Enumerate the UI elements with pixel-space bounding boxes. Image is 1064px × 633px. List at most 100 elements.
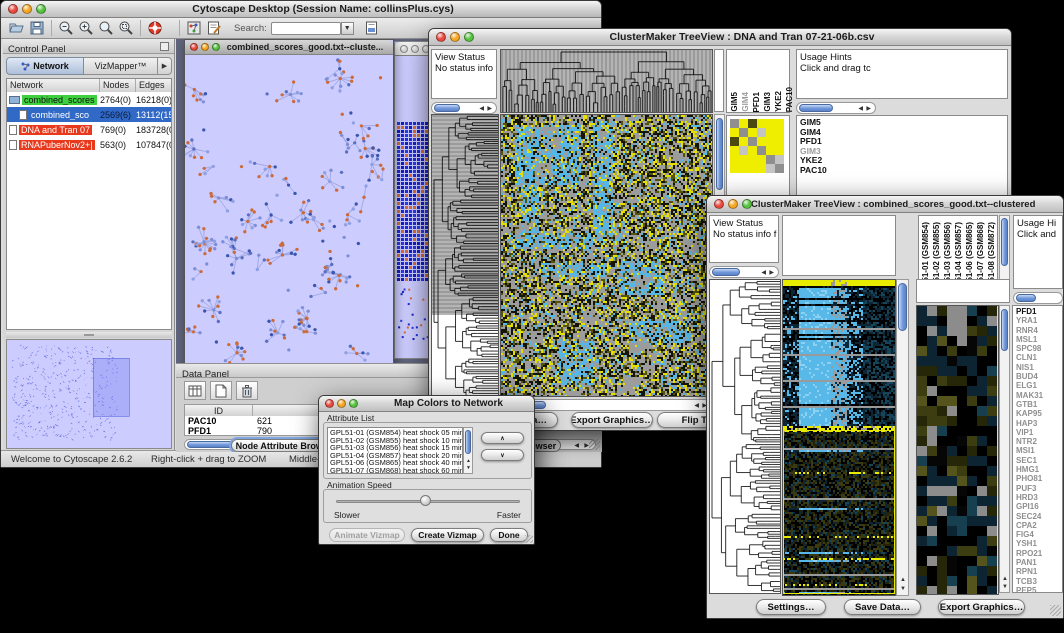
column-label[interactable]: GIM3 <box>763 92 773 112</box>
gene-label[interactable]: HMG1 <box>1016 465 1062 474</box>
attribute-list-item[interactable]: GPL51-07 (GSM868) heat shock 60 min <box>330 467 462 474</box>
main-title-bar[interactable]: Cytoscape Desktop (Session Name: collins… <box>1 1 601 18</box>
gene-label[interactable]: NTR2 <box>1016 437 1062 446</box>
close-button[interactable] <box>400 45 408 53</box>
close-button[interactable] <box>714 199 724 209</box>
float-panel-icon[interactable] <box>160 42 169 51</box>
scrollbar-thumb[interactable] <box>465 430 471 454</box>
zoom-button[interactable] <box>742 199 752 209</box>
column-dendrogram-canvas[interactable] <box>500 49 713 113</box>
zoom-button[interactable] <box>36 4 46 14</box>
save-icon[interactable] <box>27 19 47 37</box>
gene-label[interactable]: PEP5 <box>1016 586 1062 593</box>
animate-vizmap-button[interactable]: Animate Vizmap <box>329 528 405 542</box>
minimize-button[interactable] <box>450 32 460 42</box>
row-label[interactable]: PAC10 <box>800 166 1007 176</box>
gene-label[interactable]: MSI1 <box>1016 446 1062 455</box>
birdseye-view[interactable] <box>6 339 172 449</box>
heatmap-v-scrollbar[interactable]: ▲ ▼ <box>896 279 909 596</box>
panel-splitter[interactable] <box>6 332 172 338</box>
zoom-fit-icon[interactable] <box>96 19 116 37</box>
row-label[interactable]: PFD1 <box>800 137 1007 147</box>
resize-grip[interactable] <box>589 439 600 450</box>
export-graphics-button[interactable]: Export Graphics… <box>938 599 1025 615</box>
scroll-up-arrow-icon[interactable]: ▲ <box>900 577 906 583</box>
row-label[interactable]: YKE2 <box>800 156 1007 166</box>
birdseye-canvas[interactable] <box>7 340 171 448</box>
network-row-combined-scores[interactable]: combined_scores 2764(0) 16218(0) <box>7 92 171 107</box>
gene-label[interactable]: GTB1 <box>1016 400 1062 409</box>
scroll-up-arrow-icon[interactable]: ▲ <box>1002 576 1008 582</box>
gene-label[interactable]: CPA2 <box>1016 521 1062 530</box>
move-down-button[interactable]: ∨ <box>481 449 524 461</box>
export-graphics-button[interactable]: Export Graphics… <box>571 412 653 428</box>
gene-label[interactable]: VIP1 <box>1016 428 1062 437</box>
gene-label[interactable]: SPC98 <box>1016 344 1062 353</box>
gene-label[interactable]: NIS1 <box>1016 363 1062 372</box>
view-status-scrollbar[interactable]: ◀ ▶ <box>709 266 779 278</box>
scrollbar-thumb[interactable] <box>1001 309 1008 351</box>
close-button[interactable] <box>325 399 334 408</box>
minimize-button[interactable] <box>22 4 32 14</box>
close-button[interactable] <box>8 4 18 14</box>
search-dropdown-button[interactable]: ▼ <box>341 22 354 35</box>
close-button[interactable] <box>190 43 198 51</box>
attribute-list[interactable]: GPL51-01 (GSM854) heat shock 05 minGPL51… <box>327 427 463 474</box>
zoom-button[interactable] <box>349 399 358 408</box>
gene-label[interactable]: MAK31 <box>1016 391 1062 400</box>
gene-label[interactable]: SEC24 <box>1016 512 1062 521</box>
minimize-button[interactable] <box>201 43 209 51</box>
column-label[interactable]: GIM5 <box>730 92 740 112</box>
zoom-heatmap-canvas[interactable] <box>916 305 999 595</box>
search-input[interactable] <box>271 22 341 35</box>
scrollbar-thumb[interactable] <box>1001 218 1008 266</box>
scroll-left-arrow-icon[interactable]: ◀ <box>574 443 579 449</box>
zoom-selected-icon[interactable] <box>116 19 136 37</box>
gene-label[interactable]: PAN1 <box>1016 558 1062 567</box>
gene-label[interactable]: RPO21 <box>1016 549 1062 558</box>
scroll-right-arrow-icon[interactable]: ▶ <box>769 270 774 276</box>
network-window-title-bar[interactable]: combined_scores_good.txt--cluste... <box>185 40 393 55</box>
move-up-button[interactable]: ∧ <box>481 432 524 444</box>
dialog-title-bar[interactable]: Map Colors to Network <box>319 396 534 412</box>
gene-label[interactable]: GPI16 <box>1016 502 1062 511</box>
column-dendrogram-panel[interactable] <box>782 215 896 276</box>
scroll-up-arrow-icon[interactable]: ▲ <box>466 458 471 464</box>
settings-button[interactable]: Settings… <box>756 599 826 615</box>
column-label[interactable]: YKE2 <box>774 91 784 112</box>
scroll-down-arrow-icon[interactable]: ▼ <box>1002 584 1008 590</box>
heatmap-canvas[interactable] <box>500 114 713 397</box>
zoom-button[interactable] <box>464 32 474 42</box>
gene-label[interactable]: PFD1 <box>1016 307 1062 316</box>
scroll-down-arrow-icon[interactable]: ▼ <box>900 586 906 592</box>
network-canvas[interactable] <box>185 55 393 368</box>
column-label[interactable]: PFD1 <box>752 92 762 112</box>
network-row-dna-tran[interactable]: DNA and Tran 07 769(0) 183728(0) <box>7 122 171 137</box>
speed-slider-thumb[interactable] <box>420 495 431 506</box>
gene-label[interactable]: MSL1 <box>1016 335 1062 344</box>
gene-label[interactable]: CLN1 <box>1016 353 1062 362</box>
gene-label[interactable]: PHO81 <box>1016 474 1062 483</box>
scroll-left-arrow-icon[interactable]: ◀ <box>694 403 699 409</box>
row-dendrogram-canvas[interactable] <box>431 114 499 401</box>
scrollbar-thumb[interactable] <box>712 268 740 276</box>
minimize-button[interactable] <box>728 199 738 209</box>
gene-label[interactable]: SEC1 <box>1016 456 1062 465</box>
zoom-button[interactable] <box>212 43 220 51</box>
network-row-selected[interactable]: combined_sco 2569(6) 13112(15) <box>7 107 171 122</box>
zoom-in-icon[interactable] <box>76 19 96 37</box>
gene-list-scrollbar[interactable]: ▲ ▼ <box>999 305 1010 593</box>
gene-label[interactable]: TCB3 <box>1016 577 1062 586</box>
column-label[interactable]: PAC10 <box>785 87 795 112</box>
view-status-scrollbar[interactable]: ◀ ▶ <box>431 102 497 114</box>
header-network[interactable]: Network <box>7 79 100 92</box>
scrollbar-thumb[interactable] <box>898 283 907 331</box>
scrollbar-thumb[interactable] <box>1016 294 1036 302</box>
gene-label[interactable]: PUF3 <box>1016 484 1062 493</box>
row-label[interactable]: GIM3 <box>800 147 1007 157</box>
gene-label[interactable]: YSH1 <box>1016 539 1062 548</box>
table-icon[interactable] <box>184 381 206 400</box>
gene-label[interactable]: ELG1 <box>1016 381 1062 390</box>
scroll-down-arrow-icon[interactable]: ▼ <box>466 465 471 471</box>
scrollbar-thumb[interactable] <box>799 104 833 112</box>
